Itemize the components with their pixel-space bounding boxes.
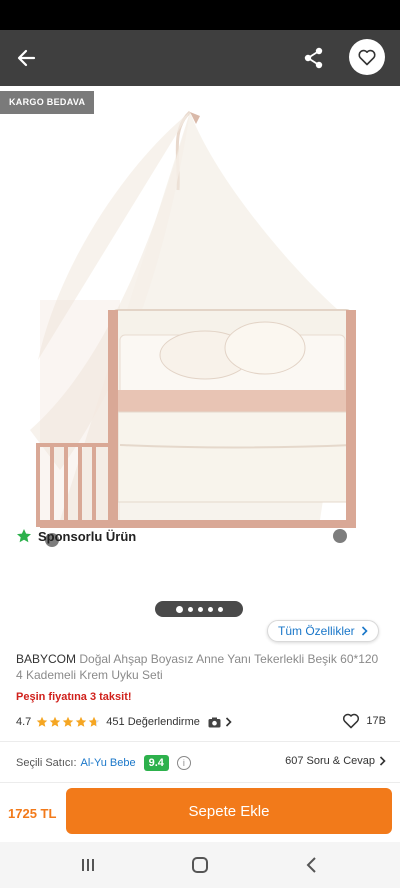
favorite-button[interactable]	[349, 39, 385, 75]
gallery-dot[interactable]	[207, 606, 213, 612]
rating-value: 4.7	[16, 716, 32, 728]
review-count: 451 Değerlendirme	[106, 716, 200, 728]
star-icon	[50, 716, 61, 727]
recents-icon[interactable]	[76, 853, 100, 877]
rating-stars	[36, 716, 100, 728]
seller-row: Seçili Satıcı: Al-Yu Bebe 9.4 i 607 Soru…	[16, 752, 386, 774]
chevron-right-icon	[225, 717, 232, 727]
product-gallery[interactable]: KARGO BEDAVA Sponsorlu Ürün	[0, 30, 400, 634]
system-nav-bar	[0, 842, 400, 888]
star-icon	[17, 529, 31, 543]
chevron-right-icon	[361, 626, 368, 636]
heart-icon	[358, 49, 376, 65]
star-icon	[37, 716, 48, 727]
purchase-bar: 1725 TL Sepete Ekle	[0, 782, 400, 840]
all-features-label: Tüm Özellikler	[278, 624, 355, 638]
gallery-dot[interactable]	[217, 606, 223, 612]
share-icon[interactable]	[300, 44, 328, 72]
installment-text: Peşin fiyatına 3 taksit!	[16, 691, 132, 703]
product-title: BABYCOM Doğal Ahşap Boyasız Anne Yanı Te…	[16, 651, 386, 683]
seller-name-link[interactable]: Al-Yu Bebe	[81, 757, 136, 769]
back-arrow-icon[interactable]	[12, 44, 42, 72]
camera-icon	[208, 717, 221, 727]
status-bar	[0, 0, 400, 30]
star-half-icon	[89, 716, 100, 727]
chevron-right-icon	[379, 756, 386, 766]
rating-row: 4.7 451 Değerlendirme 17B	[16, 713, 386, 731]
qa-link[interactable]: 607 Soru & Cevap	[285, 755, 386, 767]
seller-label: Seçili Satıcı:	[16, 757, 77, 769]
gallery-dot[interactable]	[197, 606, 203, 612]
star-icon	[63, 716, 74, 727]
likes-button[interactable]: 17B	[342, 713, 386, 729]
top-app-bar	[0, 30, 400, 86]
gallery-dot[interactable]	[175, 605, 183, 613]
all-features-button[interactable]: Tüm Özellikler	[267, 620, 379, 642]
back-icon[interactable]	[300, 853, 324, 877]
price-label: 1725 TL	[8, 806, 57, 821]
home-icon[interactable]	[188, 853, 212, 877]
gallery-dot[interactable]	[187, 606, 193, 612]
reviews-link[interactable]: 451 Değerlendirme	[106, 716, 232, 728]
qa-label: 607 Soru & Cevap	[285, 755, 375, 767]
sponsored-text: Sponsorlu Ürün	[38, 528, 137, 544]
sponsored-label: Sponsorlu Ürün	[16, 528, 136, 544]
heart-icon	[343, 713, 360, 729]
star-icon	[76, 716, 87, 727]
gallery-pagination[interactable]	[155, 601, 243, 617]
likes-count: 17B	[366, 715, 386, 727]
add-to-cart-button[interactable]: Sepete Ekle	[66, 788, 392, 834]
seller-score-badge: 9.4	[143, 755, 169, 771]
divider	[0, 741, 400, 742]
info-icon[interactable]: i	[176, 756, 191, 770]
product-brand[interactable]: BABYCOM	[16, 652, 76, 666]
product-image	[30, 110, 356, 547]
